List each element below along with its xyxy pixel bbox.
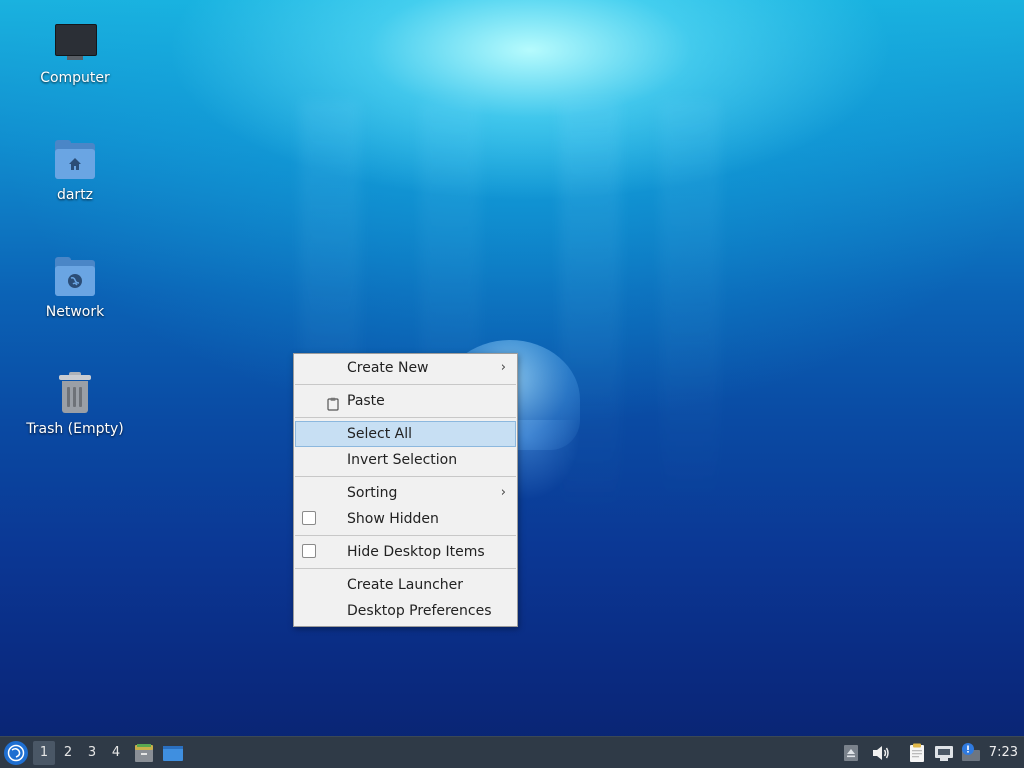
desktop-icon-label: Trash (Empty) (26, 421, 124, 437)
menu-item-label: Desktop Preferences (347, 603, 492, 619)
desktop-icon-label: Network (45, 304, 105, 320)
update-notifier-icon[interactable] (960, 742, 982, 764)
menu-separator (295, 417, 516, 418)
menu-item-hide-desktop-items[interactable]: Hide Desktop Items (295, 539, 516, 565)
desktop[interactable]: Computer dartz Network Trash (Empty) Cre… (0, 0, 1024, 768)
clipboard-icon (327, 394, 339, 411)
menu-item-create-launcher[interactable]: Create Launcher (295, 572, 516, 598)
desktop-icon (163, 746, 183, 761)
menu-item-invert-selection[interactable]: Invert Selection (295, 447, 516, 473)
menu-item-show-hidden[interactable]: Show Hidden (295, 506, 516, 532)
menu-item-label: Select All (347, 426, 412, 442)
chevron-right-icon: › (500, 485, 506, 500)
hide-desktop-items-checkbox[interactable] (302, 544, 316, 558)
workspace-4[interactable]: 4 (105, 741, 127, 765)
workspace-2[interactable]: 2 (57, 741, 79, 765)
show-desktop-button[interactable] (162, 742, 184, 764)
clipboard-manager-icon[interactable] (906, 742, 928, 764)
menu-item-label: Show Hidden (347, 511, 439, 527)
start-menu-button[interactable] (4, 741, 28, 765)
desktop-icon-trash[interactable]: Trash (Empty) (15, 372, 135, 437)
desktop-icon-network[interactable]: Network (15, 256, 135, 320)
menu-item-create-new[interactable]: Create New › (295, 355, 516, 381)
menu-item-label: Invert Selection (347, 452, 458, 468)
menu-item-label: Create Launcher (347, 577, 464, 593)
computer-icon (53, 22, 97, 66)
eject-icon[interactable] (842, 742, 864, 764)
menu-separator (295, 384, 516, 385)
workspace-1[interactable]: 1 (33, 741, 55, 765)
menu-item-label: Paste (347, 393, 385, 409)
menu-separator (295, 535, 516, 536)
desktop-context-menu: Create New › Paste Select All Invert Sel… (293, 353, 518, 627)
menu-item-sorting[interactable]: Sorting › (295, 480, 516, 506)
menu-separator (295, 476, 516, 477)
file-cabinet-icon (135, 744, 153, 762)
show-hidden-checkbox[interactable] (302, 511, 316, 525)
menu-separator (295, 568, 516, 569)
menu-item-select-all[interactable]: Select All (295, 421, 516, 447)
menu-item-label: Create New (347, 360, 429, 376)
workspace-3[interactable]: 3 (81, 741, 103, 765)
taskbar: 1 2 3 4 7:23 (0, 736, 1024, 768)
volume-icon[interactable] (870, 742, 892, 764)
chevron-right-icon: › (500, 360, 506, 375)
light-ray (660, 100, 720, 520)
network-wired-icon[interactable] (933, 742, 955, 764)
menu-item-label: Sorting (347, 485, 398, 501)
desktop-icon-computer[interactable]: Computer (15, 22, 135, 86)
menu-item-label: Hide Desktop Items (347, 544, 485, 560)
lubuntu-logo-icon (7, 744, 25, 762)
desktop-icon-home[interactable]: dartz (15, 139, 135, 203)
file-manager-launcher[interactable] (133, 742, 155, 764)
clock[interactable]: 7:23 (989, 737, 1018, 768)
home-folder-icon (53, 139, 97, 183)
menu-item-paste[interactable]: Paste (295, 388, 516, 414)
desktop-icon-label: Computer (40, 70, 110, 86)
desktop-icon-label: dartz (56, 187, 94, 203)
menu-item-desktop-preferences[interactable]: Desktop Preferences (295, 598, 516, 624)
trash-icon (53, 372, 97, 417)
network-folder-icon (53, 256, 97, 300)
